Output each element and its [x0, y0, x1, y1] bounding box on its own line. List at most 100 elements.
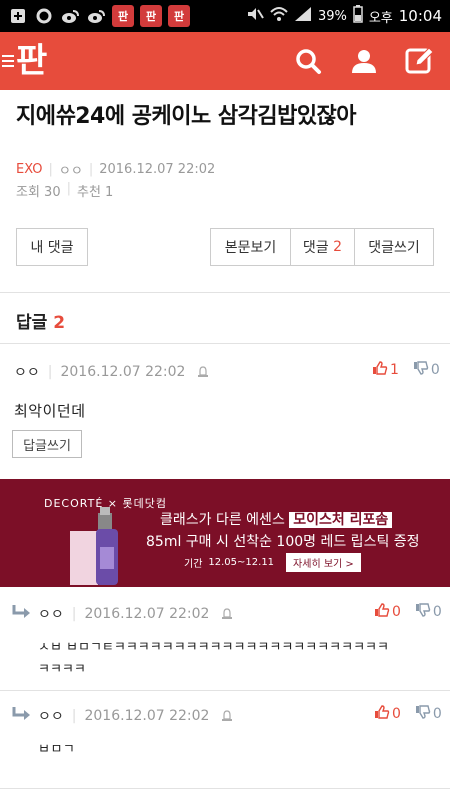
pan-app-icon: 판	[168, 5, 190, 27]
user-icon[interactable]	[348, 45, 380, 77]
ad-banner[interactable]: DECORTÉ × 롯데닷컴 클래스가 다른 에센스 모이스처 리포솜 85ml…	[0, 479, 450, 587]
weibo-icon	[86, 6, 106, 26]
reply-arrow-icon	[12, 605, 30, 618]
plus-box-icon	[8, 6, 28, 26]
write-comment-button[interactable]: 댓글쓰기	[355, 229, 433, 265]
comment-votes: 0 0	[374, 705, 442, 723]
comment-text: ㅋㅋㅋㅋ	[38, 662, 86, 677]
ad-offer: 85ml 구매 시 선착순 100명 레드 립스틱 증정	[146, 534, 420, 550]
thumbs-down-icon	[415, 705, 431, 723]
meta-separator: |	[71, 606, 77, 622]
settings-ring-icon	[34, 6, 54, 26]
ad-period-dates: 12.05~12.11	[208, 557, 275, 568]
battery-level: 39%	[317, 8, 347, 24]
ad-headline-text: 클래스가 다른 에센스	[160, 512, 285, 528]
view-body-button[interactable]: 본문보기	[211, 229, 291, 265]
comments-button[interactable]: 댓글 2	[291, 229, 355, 265]
meta-separator: |	[66, 181, 71, 196]
comments-label: 댓글	[302, 240, 329, 256]
comment-author: ㅇㅇ	[38, 709, 64, 725]
write-icon[interactable]	[404, 45, 436, 77]
search-icon[interactable]	[292, 45, 324, 77]
product-bottle-image	[70, 507, 118, 585]
my-comments-button[interactable]: 내 댓글	[16, 228, 88, 266]
divider	[0, 292, 450, 293]
post-author: ㅇㅇ	[58, 164, 83, 179]
upvote-count: 0	[392, 706, 401, 722]
signal-icon	[294, 6, 312, 26]
comment-votes: 0 0	[374, 603, 442, 621]
comment-author: ㅇㅇ	[14, 365, 40, 381]
weibo-icon	[60, 6, 80, 26]
meta-separator: |	[71, 708, 77, 724]
ad-more-button[interactable]: 자세히 보기 >	[286, 553, 361, 572]
replies-header: 답글 2	[16, 308, 65, 333]
time-ampm: 오후	[368, 10, 393, 26]
wifi-icon	[270, 6, 288, 26]
report-icon[interactable]	[221, 608, 233, 620]
post-stats: 조회 30 | 추천 1	[16, 181, 113, 200]
reply-arrow-icon	[12, 707, 30, 720]
clock: 10:04	[398, 7, 442, 25]
status-bar: 판 판 판 39% 오후 10:04	[0, 0, 450, 32]
replies-count: 2	[53, 313, 66, 333]
thumbs-up-icon	[372, 361, 388, 379]
logo-text: 판	[16, 41, 47, 81]
meta-separator: |	[88, 162, 94, 177]
ad-period: 기간 12.05~12.11 자세히 보기 >	[184, 553, 361, 572]
report-icon[interactable]	[221, 710, 233, 722]
comments-count: 2	[333, 239, 343, 255]
mute-icon	[246, 6, 264, 26]
reply-button[interactable]: 답글쓰기	[12, 430, 82, 458]
replies-label: 답글	[16, 313, 48, 333]
home-logo[interactable]: 판	[0, 32, 47, 90]
pan-app-icon: 판	[112, 5, 134, 27]
post-datetime: 2016.12.07 22:02	[99, 162, 216, 177]
divider	[0, 788, 450, 789]
comment-datetime: 2016.12.07 22:02	[60, 364, 186, 380]
battery-icon	[353, 5, 363, 27]
divider	[0, 690, 450, 691]
upvote-count: 0	[392, 604, 401, 620]
upvote-count: 1	[390, 362, 399, 378]
meta-separator: |	[47, 364, 53, 380]
upvote-button[interactable]: 1	[372, 361, 399, 379]
post-title: 지에쓔24에 공케이노 삼각김밥있잖아	[16, 104, 357, 129]
thumbs-up-icon	[374, 705, 390, 723]
thumbs-up-icon	[374, 603, 390, 621]
menu-icon[interactable]	[2, 55, 14, 67]
thumbs-down-icon	[413, 361, 429, 379]
upvote-button[interactable]: 0	[374, 603, 401, 621]
downvote-count: 0	[430, 362, 440, 378]
comment-text: 최악이던데	[14, 402, 86, 420]
comment-meta: ㅇㅇ | 2016.12.07 22:02	[38, 604, 233, 624]
downvote-button[interactable]: 0	[413, 361, 440, 379]
post-category[interactable]: EXO	[16, 162, 43, 177]
ad-headline: 클래스가 다른 에센스 모이스처 리포솜	[160, 509, 393, 529]
comment-votes: 1 0	[372, 361, 440, 379]
post-views: 조회 30	[16, 185, 61, 200]
comment-author: ㅇㅇ	[38, 607, 64, 623]
meta-separator: |	[48, 162, 53, 177]
downvote-count: 0	[432, 706, 442, 722]
downvote-button[interactable]: 0	[415, 603, 442, 621]
divider	[0, 343, 450, 344]
comment-datetime: 2016.12.07 22:02	[84, 708, 210, 724]
downvote-button[interactable]: 0	[415, 705, 442, 723]
thumbs-down-icon	[415, 603, 431, 621]
app-header: 판	[0, 32, 450, 90]
comment-meta: ㅇㅇ | 2016.12.07 22:02	[38, 706, 233, 726]
post-meta: EXO | ㅇㅇ | 2016.12.07 22:02	[16, 160, 215, 179]
ad-period-label: 기간	[184, 559, 203, 570]
pan-app-icon: 판	[140, 5, 162, 27]
comment-meta: ㅇㅇ | 2016.12.07 22:02	[14, 362, 209, 382]
downvote-count: 0	[432, 604, 442, 620]
comment-text: ㅂㅁㄱ	[38, 742, 76, 757]
comment-text: ㅅㅂ ㅂㅁㄱㅌㅋㅋㅋㅋㅋㅋㅋㅋㅋㅋㅋㅋㅋㅋㅋㅋㅋㅋㅋㅋㅋㅋㅋ	[38, 640, 389, 655]
upvote-button[interactable]: 0	[374, 705, 401, 723]
ad-product-name: 모이스처 리포솜	[289, 512, 393, 528]
post-recommends: 추천 1	[77, 185, 114, 200]
report-icon[interactable]	[197, 366, 209, 378]
comment-tab-group: 본문보기 댓글 2 댓글쓰기	[210, 228, 434, 266]
comment-datetime: 2016.12.07 22:02	[84, 606, 210, 622]
